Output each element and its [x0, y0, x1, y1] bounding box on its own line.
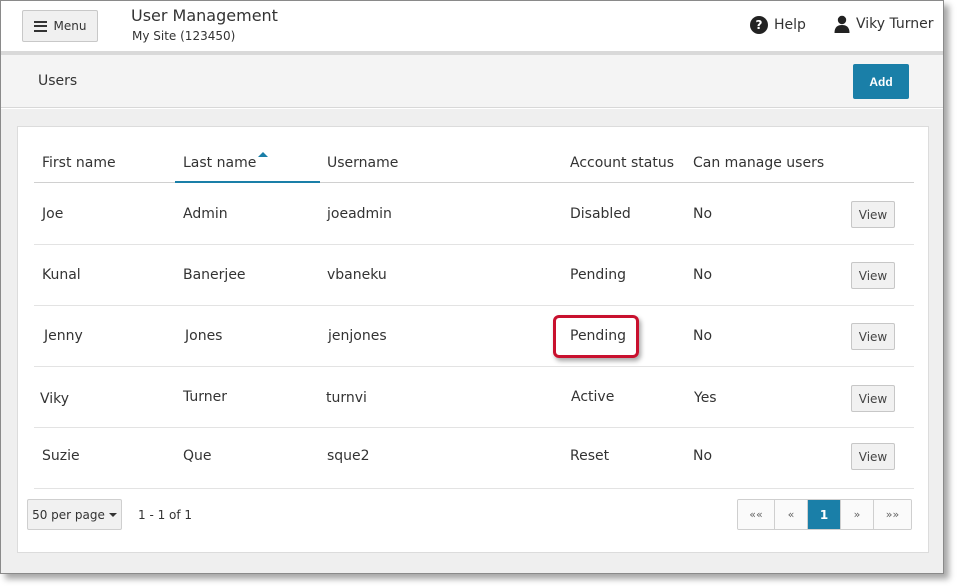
page-1-button[interactable]: 1 — [808, 500, 841, 529]
table-row: Suzie Que sque2 Reset No View — [34, 428, 914, 489]
cell-last-name: Turner — [183, 389, 228, 405]
cell-can-manage-users: No — [693, 328, 713, 344]
cell-username: vbaneku — [327, 267, 387, 283]
status-highlight-callout — [553, 315, 639, 358]
cell-first-name: Joe — [42, 206, 64, 222]
cell-last-name: Jones — [185, 328, 223, 344]
next-page-button[interactable]: » — [841, 500, 874, 529]
pagination: «« « 1 » »» — [737, 499, 912, 530]
view-button[interactable]: View — [851, 443, 895, 470]
user-icon — [834, 15, 850, 33]
column-header-username[interactable]: Username — [327, 155, 398, 171]
cell-account-status: Pending — [570, 267, 626, 283]
help-link[interactable]: ? Help — [750, 16, 806, 34]
hamburger-icon — [33, 20, 47, 32]
sorted-column-indicator — [175, 181, 320, 183]
column-header-account-status[interactable]: Account status — [570, 155, 674, 171]
view-button[interactable]: View — [851, 262, 895, 289]
column-header-can-manage-users[interactable]: Can manage users — [693, 155, 824, 171]
cell-can-manage-users: No — [693, 267, 713, 283]
menu-label: Menu — [53, 19, 87, 33]
help-icon: ? — [750, 16, 768, 34]
column-header-first-name[interactable]: First name — [42, 155, 116, 171]
column-header-last-name[interactable]: Last name — [183, 155, 256, 171]
top-header: Menu User Management My Site (123450) ? … — [1, 1, 943, 51]
cell-first-name: Suzie — [42, 448, 80, 464]
site-label: My Site (123450) — [132, 29, 236, 43]
cell-account-status: Active — [571, 389, 615, 405]
first-page-button[interactable]: «« — [738, 500, 775, 529]
app-window: Menu User Management My Site (123450) ? … — [0, 0, 944, 574]
per-page-label: 50 per page — [32, 507, 105, 522]
view-button[interactable]: View — [851, 201, 895, 228]
caret-down-icon — [108, 512, 117, 517]
cell-account-status: Disabled — [570, 206, 631, 222]
sort-ascending-icon — [258, 152, 268, 157]
user-menu[interactable]: Viky Turner — [834, 15, 934, 33]
cell-first-name: Jenny — [44, 328, 83, 344]
cell-first-name: Kunal — [42, 267, 81, 283]
cell-can-manage-users: Yes — [694, 390, 717, 406]
header-divider-line — [34, 182, 914, 183]
last-page-button[interactable]: »» — [874, 500, 911, 529]
users-table-card: First name Last name Username Account st… — [17, 126, 929, 553]
view-button[interactable]: View — [851, 385, 895, 412]
cell-account-status: Reset — [570, 448, 610, 464]
previous-page-button[interactable]: « — [775, 500, 808, 529]
user-name: Viky Turner — [856, 16, 934, 32]
cell-last-name: Banerjee — [183, 267, 246, 283]
table-row: Kunal Banerjee vbaneku Pending No View — [34, 245, 914, 306]
cell-username: joeadmin — [327, 206, 392, 222]
view-button[interactable]: View — [851, 323, 895, 350]
cell-username: jenjones — [328, 328, 387, 344]
page-heading: Users Add — [1, 55, 943, 108]
cell-can-manage-users: No — [693, 448, 713, 464]
table-row: Joe Admin joeadmin Disabled No View — [34, 184, 914, 245]
table-row: Jenny Jones jenjones Pending No View — [34, 306, 914, 367]
cell-last-name: Admin — [183, 206, 228, 222]
table-row: Viky Turner turnvi Active Yes View — [34, 367, 914, 428]
cell-username: sque2 — [327, 448, 370, 464]
cell-last-name: Que — [183, 448, 212, 464]
cell-can-manage-users: No — [693, 206, 713, 222]
add-user-button[interactable]: Add — [853, 64, 909, 99]
page-title: Users — [38, 73, 78, 89]
help-label: Help — [774, 17, 806, 33]
app-title: User Management — [131, 6, 278, 25]
cell-username: turnvi — [326, 390, 367, 406]
cell-first-name: Viky — [40, 391, 70, 407]
per-page-select[interactable]: 50 per page — [27, 499, 122, 530]
results-range: 1 - 1 of 1 — [138, 508, 193, 522]
menu-button[interactable]: Menu — [22, 10, 98, 42]
